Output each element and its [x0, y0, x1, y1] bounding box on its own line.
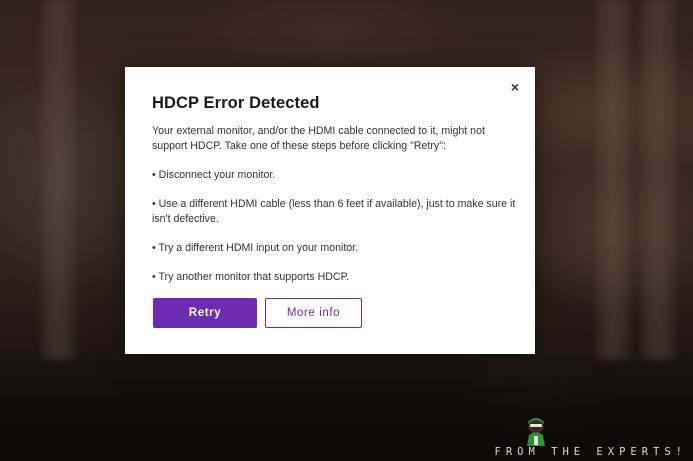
step-item: • Disconnect your monitor. — [152, 168, 276, 181]
step-item: • Use a different HDMI cable (less than … — [152, 197, 516, 225]
dialog-actions: Retry More info — [153, 298, 362, 328]
mascot-logo-icon — [527, 418, 545, 446]
dialog-intro-text: Your external monitor, and/or the HDMI c… — [152, 125, 485, 152]
retry-button[interactable]: Retry — [153, 298, 257, 328]
step-item: • Try a different HDMI input on your mon… — [152, 241, 359, 254]
hdcp-error-dialog: × HDCP Error Detected Your external moni… — [125, 67, 535, 354]
more-info-button[interactable]: More info — [265, 298, 362, 328]
watermark-text: FROM THE EXPERTS! — [494, 446, 687, 458]
watermark: FROM THE EXPERTS! — [495, 446, 687, 458]
step-item: • Try another monitor that supports HDCP… — [152, 270, 350, 283]
close-icon[interactable]: × — [507, 79, 523, 95]
dialog-title: HDCP Error Detected — [152, 94, 320, 112]
dialog-message: Your external monitor, and/or the HDMI c… — [152, 124, 522, 299]
